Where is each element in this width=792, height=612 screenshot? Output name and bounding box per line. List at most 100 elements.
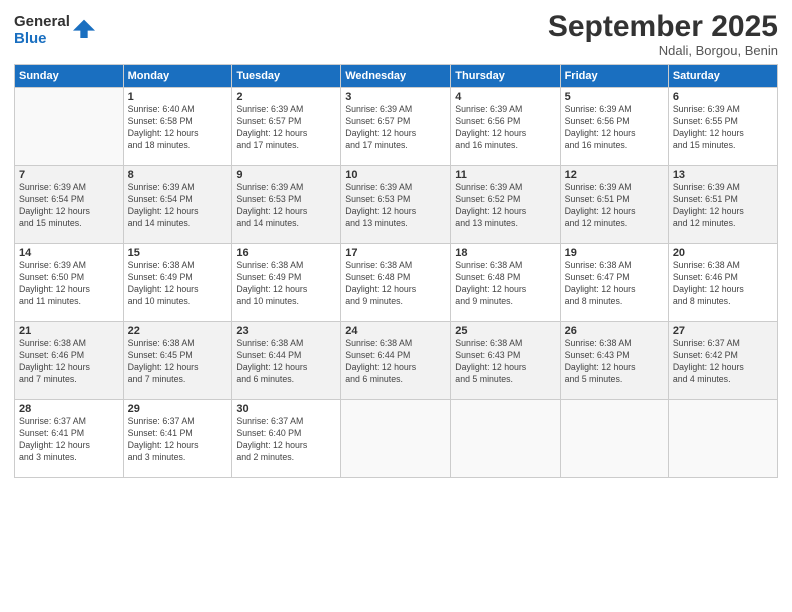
calendar-body: 1Sunrise: 6:40 AM Sunset: 6:58 PM Daylig… xyxy=(15,88,778,478)
calendar-cell: 23Sunrise: 6:38 AM Sunset: 6:44 PM Dayli… xyxy=(232,322,341,400)
weekday-thursday: Thursday xyxy=(451,65,560,88)
title-block: September 2025 Ndali, Borgou, Benin xyxy=(548,10,778,58)
calendar-cell: 28Sunrise: 6:37 AM Sunset: 6:41 PM Dayli… xyxy=(15,400,124,478)
day-info: Sunrise: 6:37 AM Sunset: 6:41 PM Dayligh… xyxy=(128,416,228,464)
calendar-cell: 24Sunrise: 6:38 AM Sunset: 6:44 PM Dayli… xyxy=(341,322,451,400)
weekday-tuesday: Tuesday xyxy=(232,65,341,88)
day-info: Sunrise: 6:39 AM Sunset: 6:57 PM Dayligh… xyxy=(345,104,446,152)
calendar-cell: 30Sunrise: 6:37 AM Sunset: 6:40 PM Dayli… xyxy=(232,400,341,478)
calendar-cell: 14Sunrise: 6:39 AM Sunset: 6:50 PM Dayli… xyxy=(15,244,124,322)
day-info: Sunrise: 6:39 AM Sunset: 6:56 PM Dayligh… xyxy=(455,104,555,152)
calendar-cell: 5Sunrise: 6:39 AM Sunset: 6:56 PM Daylig… xyxy=(560,88,668,166)
calendar-cell: 1Sunrise: 6:40 AM Sunset: 6:58 PM Daylig… xyxy=(123,88,232,166)
day-info: Sunrise: 6:38 AM Sunset: 6:49 PM Dayligh… xyxy=(128,260,228,308)
day-info: Sunrise: 6:39 AM Sunset: 6:53 PM Dayligh… xyxy=(236,182,336,230)
calendar-cell: 9Sunrise: 6:39 AM Sunset: 6:53 PM Daylig… xyxy=(232,166,341,244)
weekday-wednesday: Wednesday xyxy=(341,65,451,88)
day-info: Sunrise: 6:37 AM Sunset: 6:41 PM Dayligh… xyxy=(19,416,119,464)
calendar-cell: 19Sunrise: 6:38 AM Sunset: 6:47 PM Dayli… xyxy=(560,244,668,322)
day-number: 14 xyxy=(19,247,119,259)
day-info: Sunrise: 6:39 AM Sunset: 6:50 PM Dayligh… xyxy=(19,260,119,308)
day-number: 16 xyxy=(236,247,336,259)
logo-general: General xyxy=(14,14,70,31)
day-info: Sunrise: 6:40 AM Sunset: 6:58 PM Dayligh… xyxy=(128,104,228,152)
day-number: 21 xyxy=(19,325,119,337)
day-info: Sunrise: 6:38 AM Sunset: 6:46 PM Dayligh… xyxy=(19,338,119,386)
day-number: 15 xyxy=(128,247,228,259)
day-number: 25 xyxy=(455,325,555,337)
day-info: Sunrise: 6:38 AM Sunset: 6:47 PM Dayligh… xyxy=(565,260,664,308)
day-info: Sunrise: 6:39 AM Sunset: 6:52 PM Dayligh… xyxy=(455,182,555,230)
day-number: 18 xyxy=(455,247,555,259)
calendar-cell: 10Sunrise: 6:39 AM Sunset: 6:53 PM Dayli… xyxy=(341,166,451,244)
day-info: Sunrise: 6:39 AM Sunset: 6:51 PM Dayligh… xyxy=(673,182,773,230)
day-number: 19 xyxy=(565,247,664,259)
calendar-cell: 4Sunrise: 6:39 AM Sunset: 6:56 PM Daylig… xyxy=(451,88,560,166)
day-info: Sunrise: 6:38 AM Sunset: 6:43 PM Dayligh… xyxy=(455,338,555,386)
calendar: SundayMondayTuesdayWednesdayThursdayFrid… xyxy=(14,64,778,478)
day-number: 20 xyxy=(673,247,773,259)
calendar-cell: 27Sunrise: 6:37 AM Sunset: 6:42 PM Dayli… xyxy=(668,322,777,400)
calendar-cell: 16Sunrise: 6:38 AM Sunset: 6:49 PM Dayli… xyxy=(232,244,341,322)
calendar-cell: 6Sunrise: 6:39 AM Sunset: 6:55 PM Daylig… xyxy=(668,88,777,166)
logo-icon xyxy=(73,16,95,38)
calendar-cell: 3Sunrise: 6:39 AM Sunset: 6:57 PM Daylig… xyxy=(341,88,451,166)
weekday-saturday: Saturday xyxy=(668,65,777,88)
logo: General Blue xyxy=(14,14,95,47)
week-row-3: 14Sunrise: 6:39 AM Sunset: 6:50 PM Dayli… xyxy=(15,244,778,322)
day-info: Sunrise: 6:38 AM Sunset: 6:48 PM Dayligh… xyxy=(455,260,555,308)
week-row-4: 21Sunrise: 6:38 AM Sunset: 6:46 PM Dayli… xyxy=(15,322,778,400)
calendar-cell: 18Sunrise: 6:38 AM Sunset: 6:48 PM Dayli… xyxy=(451,244,560,322)
calendar-cell xyxy=(15,88,124,166)
calendar-cell: 8Sunrise: 6:39 AM Sunset: 6:54 PM Daylig… xyxy=(123,166,232,244)
day-info: Sunrise: 6:38 AM Sunset: 6:45 PM Dayligh… xyxy=(128,338,228,386)
day-number: 11 xyxy=(455,169,555,181)
location: Ndali, Borgou, Benin xyxy=(548,43,778,58)
calendar-cell: 21Sunrise: 6:38 AM Sunset: 6:46 PM Dayli… xyxy=(15,322,124,400)
day-info: Sunrise: 6:39 AM Sunset: 6:56 PM Dayligh… xyxy=(565,104,664,152)
week-row-5: 28Sunrise: 6:37 AM Sunset: 6:41 PM Dayli… xyxy=(15,400,778,478)
calendar-cell: 15Sunrise: 6:38 AM Sunset: 6:49 PM Dayli… xyxy=(123,244,232,322)
day-number: 26 xyxy=(565,325,664,337)
day-info: Sunrise: 6:39 AM Sunset: 6:57 PM Dayligh… xyxy=(236,104,336,152)
calendar-cell: 7Sunrise: 6:39 AM Sunset: 6:54 PM Daylig… xyxy=(15,166,124,244)
day-number: 29 xyxy=(128,403,228,415)
day-info: Sunrise: 6:39 AM Sunset: 6:54 PM Dayligh… xyxy=(19,182,119,230)
day-info: Sunrise: 6:38 AM Sunset: 6:43 PM Dayligh… xyxy=(565,338,664,386)
day-number: 4 xyxy=(455,91,555,103)
logo-blue: Blue xyxy=(14,31,70,48)
day-number: 10 xyxy=(345,169,446,181)
calendar-cell xyxy=(560,400,668,478)
calendar-cell: 17Sunrise: 6:38 AM Sunset: 6:48 PM Dayli… xyxy=(341,244,451,322)
week-row-1: 1Sunrise: 6:40 AM Sunset: 6:58 PM Daylig… xyxy=(15,88,778,166)
weekday-monday: Monday xyxy=(123,65,232,88)
day-info: Sunrise: 6:39 AM Sunset: 6:55 PM Dayligh… xyxy=(673,104,773,152)
day-number: 1 xyxy=(128,91,228,103)
weekday-sunday: Sunday xyxy=(15,65,124,88)
week-row-2: 7Sunrise: 6:39 AM Sunset: 6:54 PM Daylig… xyxy=(15,166,778,244)
calendar-cell xyxy=(451,400,560,478)
day-number: 2 xyxy=(236,91,336,103)
day-number: 27 xyxy=(673,325,773,337)
day-number: 17 xyxy=(345,247,446,259)
page: General Blue September 2025 Ndali, Borgo… xyxy=(0,0,792,612)
day-info: Sunrise: 6:37 AM Sunset: 6:40 PM Dayligh… xyxy=(236,416,336,464)
weekday-header-row: SundayMondayTuesdayWednesdayThursdayFrid… xyxy=(15,65,778,88)
day-info: Sunrise: 6:39 AM Sunset: 6:53 PM Dayligh… xyxy=(345,182,446,230)
header: General Blue September 2025 Ndali, Borgo… xyxy=(14,10,778,58)
calendar-cell: 20Sunrise: 6:38 AM Sunset: 6:46 PM Dayli… xyxy=(668,244,777,322)
calendar-cell: 26Sunrise: 6:38 AM Sunset: 6:43 PM Dayli… xyxy=(560,322,668,400)
day-number: 8 xyxy=(128,169,228,181)
day-number: 9 xyxy=(236,169,336,181)
calendar-cell: 22Sunrise: 6:38 AM Sunset: 6:45 PM Dayli… xyxy=(123,322,232,400)
day-info: Sunrise: 6:39 AM Sunset: 6:54 PM Dayligh… xyxy=(128,182,228,230)
day-number: 30 xyxy=(236,403,336,415)
day-number: 5 xyxy=(565,91,664,103)
day-info: Sunrise: 6:38 AM Sunset: 6:46 PM Dayligh… xyxy=(673,260,773,308)
day-info: Sunrise: 6:37 AM Sunset: 6:42 PM Dayligh… xyxy=(673,338,773,386)
day-number: 22 xyxy=(128,325,228,337)
day-number: 23 xyxy=(236,325,336,337)
day-info: Sunrise: 6:38 AM Sunset: 6:44 PM Dayligh… xyxy=(345,338,446,386)
calendar-cell xyxy=(341,400,451,478)
day-info: Sunrise: 6:38 AM Sunset: 6:48 PM Dayligh… xyxy=(345,260,446,308)
